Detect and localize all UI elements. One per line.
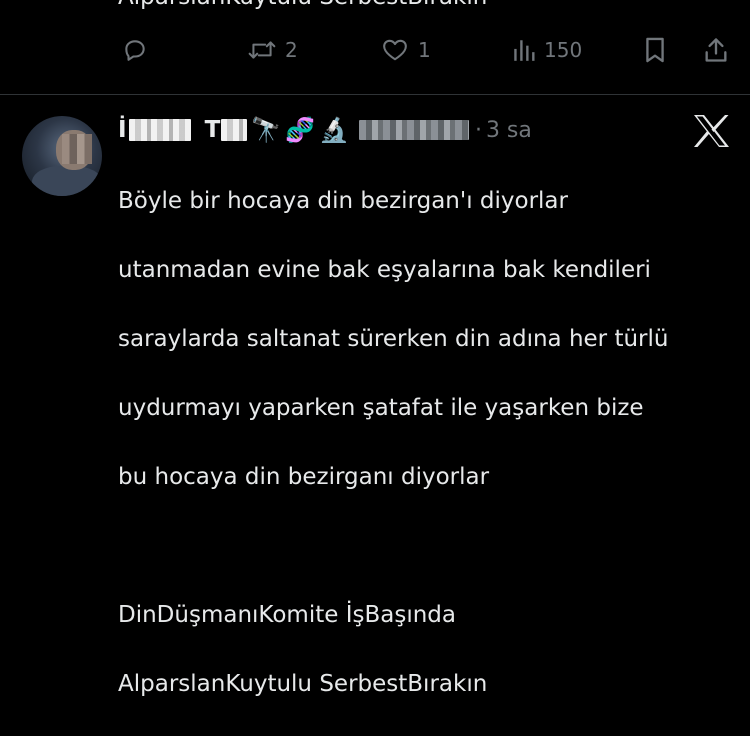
dna-emoji-icon: 🧬: [285, 116, 316, 144]
tweet-action-bar: 2 1 150: [0, 30, 750, 70]
bookmark-icon: [643, 36, 667, 64]
microscope-emoji-icon: 🔬: [319, 116, 349, 144]
share-upload-icon: [703, 36, 729, 64]
tweet-body: Böyle bir hocaya din bezirgan'ı diyorlar…: [118, 149, 738, 736]
author-name-redaction-2: [221, 119, 248, 141]
tweet-divider: [0, 94, 750, 95]
tweet-line: utanmadan evine bak eşyalarına bak kendi…: [118, 256, 651, 283]
share-button[interactable]: [703, 30, 729, 70]
avatar[interactable]: [22, 116, 102, 196]
tweet-hashtag-line[interactable]: DinDüşmanıKomite İşBaşında: [118, 598, 738, 633]
speech-bubble-icon: [122, 37, 148, 63]
telescope-emoji-icon: 🔭: [251, 116, 282, 144]
tweet-line: saraylarda saltanat sürerken din adına h…: [118, 325, 669, 352]
views-button[interactable]: 150: [512, 30, 582, 70]
tweet-hashtag-line[interactable]: AlparslanKuytulu SerbestBırakın: [118, 667, 738, 702]
views-count: 150: [544, 38, 583, 62]
retweet-count: 2: [285, 38, 298, 62]
author-name-second-initial[interactable]: T: [205, 117, 221, 143]
tweet-line: uydurmayı yaparken şatafat ile yaşarken …: [118, 394, 644, 421]
author-name-redaction: [128, 119, 191, 141]
avatar-face-blur: [62, 134, 92, 164]
heart-icon: [380, 37, 410, 63]
author-handle-redaction: [358, 120, 469, 140]
author-name-initial[interactable]: İ: [118, 117, 127, 143]
tweet-author-row: İ T 🔭 🧬 🔬 · 3 sa: [118, 113, 532, 147]
time-separator: ·: [474, 117, 482, 143]
tweet-line: Böyle bir hocaya din bezirgan'ı diyorlar: [118, 187, 568, 214]
reply-button[interactable]: [122, 30, 148, 70]
like-button[interactable]: 1: [380, 30, 431, 70]
previous-tweet-text: AlparslanKuytulu SerbestBırakın: [118, 0, 487, 10]
x-logo-icon[interactable]: [692, 114, 730, 148]
bookmark-button[interactable]: [643, 30, 667, 70]
like-count: 1: [418, 38, 431, 62]
bar-chart-icon: [512, 37, 536, 63]
tweet-timestamp[interactable]: 3 sa: [486, 118, 532, 143]
avatar-body-shape: [32, 166, 102, 196]
retweet-arrows-icon: [247, 37, 277, 63]
retweet-button[interactable]: 2: [247, 30, 298, 70]
tweet-line: bu hocaya din bezirganı diyorlar: [118, 463, 490, 490]
